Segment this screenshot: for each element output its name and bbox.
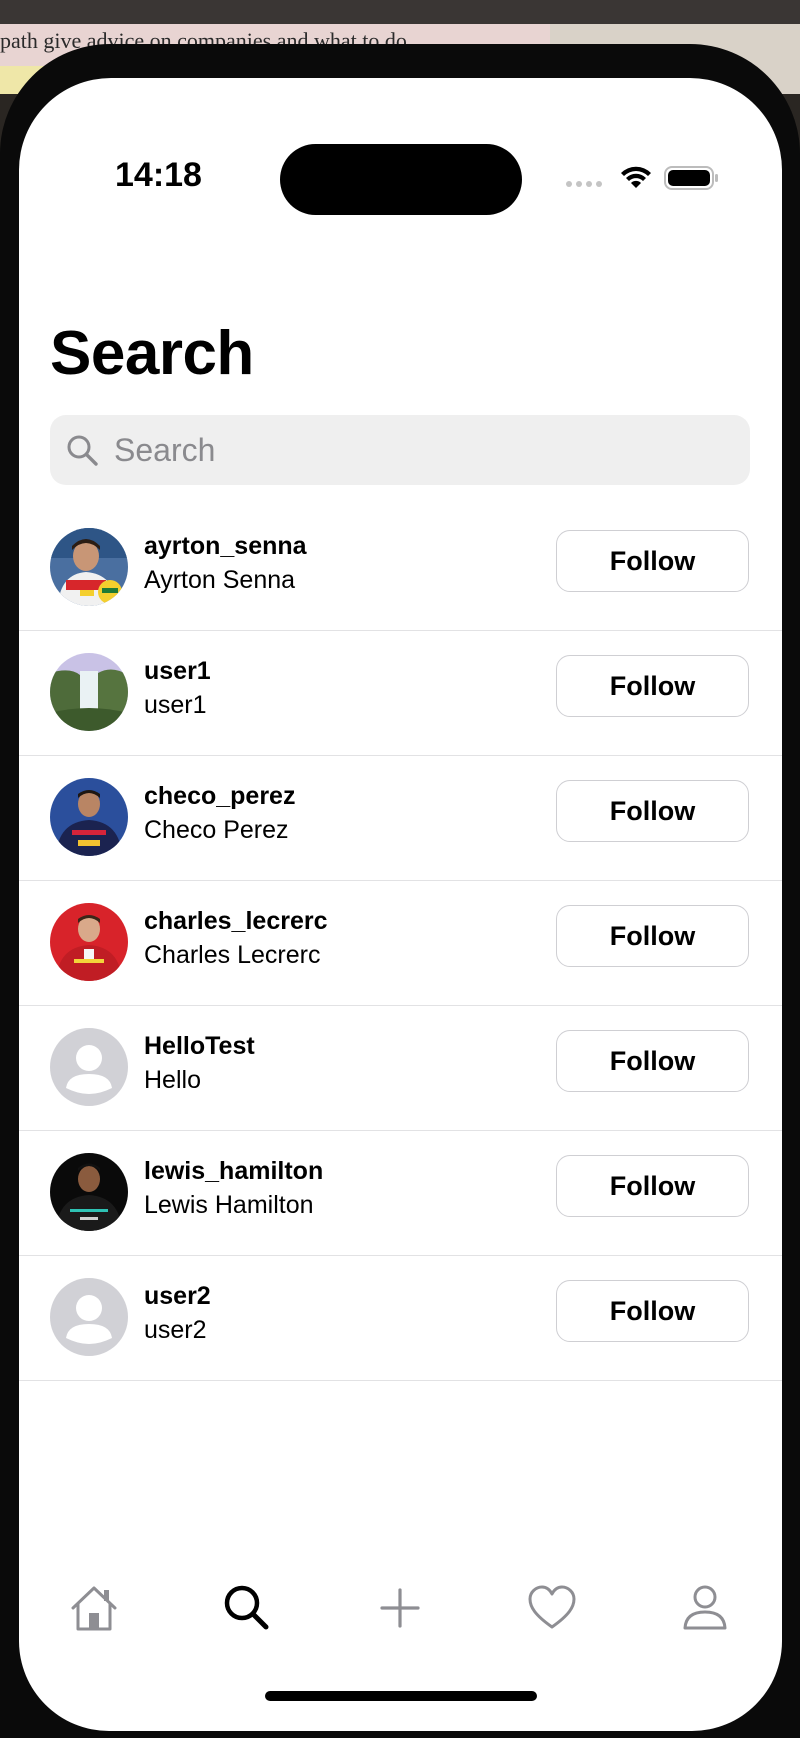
username: lewis_hamilton	[144, 1157, 324, 1185]
page-title: Search	[50, 319, 254, 388]
tab-search[interactable]	[217, 1578, 277, 1638]
user-row[interactable]: ayrton_senna Ayrton Senna Follow	[19, 506, 782, 631]
desktop-backdrop	[0, 0, 800, 24]
full-name: Lewis Hamilton	[144, 1191, 314, 1219]
username: charles_lecrerc	[144, 907, 328, 935]
avatar-photo-perez	[50, 778, 128, 856]
heart-icon	[528, 1585, 576, 1629]
user-row[interactable]: user1 user1 Follow	[19, 631, 782, 756]
user-list: ayrton_senna Ayrton Senna Follow user1 u…	[19, 506, 782, 1381]
dynamic-island	[280, 144, 522, 215]
cellular-signal-icon	[566, 181, 602, 187]
placeholder-person-icon	[50, 1278, 128, 1356]
search-bar[interactable]	[50, 415, 750, 485]
follow-button[interactable]: Follow	[556, 530, 749, 592]
username: user2	[144, 1282, 211, 1310]
follow-button[interactable]: Follow	[556, 1030, 749, 1092]
follow-button[interactable]: Follow	[556, 1155, 749, 1217]
avatar	[50, 653, 128, 731]
username: checo_perez	[144, 782, 296, 810]
home-icon	[71, 1586, 117, 1631]
tab-activity[interactable]	[522, 1578, 582, 1638]
profile-icon	[683, 1585, 727, 1630]
tab-profile[interactable]	[675, 1578, 735, 1638]
avatar	[50, 903, 128, 981]
avatar	[50, 528, 128, 606]
username: ayrton_senna	[144, 532, 307, 560]
full-name: Hello	[144, 1066, 201, 1094]
full-name: user1	[144, 691, 207, 719]
username: HelloTest	[144, 1032, 255, 1060]
follow-button[interactable]: Follow	[556, 780, 749, 842]
follow-button[interactable]: Follow	[556, 655, 749, 717]
avatar	[50, 1028, 128, 1106]
user-row[interactable]: checo_perez Checo Perez Follow	[19, 756, 782, 881]
tab-home[interactable]	[64, 1578, 124, 1638]
full-name: user2	[144, 1316, 207, 1344]
follow-button[interactable]: Follow	[556, 905, 749, 967]
tab-create[interactable]	[370, 1578, 430, 1638]
plus-icon	[380, 1588, 420, 1628]
user-row[interactable]: charles_lecrerc Charles Lecrerc Follow	[19, 881, 782, 1006]
avatar-photo-hamilton	[50, 1153, 128, 1231]
follow-button[interactable]: Follow	[556, 1280, 749, 1342]
full-name: Charles Lecrerc	[144, 941, 321, 969]
avatar	[50, 1278, 128, 1356]
user-row[interactable]: user2 user2 Follow	[19, 1256, 782, 1381]
avatar-photo-leclerc	[50, 903, 128, 981]
user-row[interactable]: HelloTest Hello Follow	[19, 1006, 782, 1131]
tab-bar	[19, 1578, 782, 1658]
status-time: 14:18	[115, 156, 202, 194]
avatar-photo-senna	[50, 528, 128, 606]
home-indicator[interactable]	[265, 1691, 537, 1701]
search-input[interactable]	[112, 430, 716, 470]
wifi-icon	[621, 166, 651, 188]
phone-screen: 14:18 Search Search ayrton_senna Ayrton …	[19, 78, 782, 1731]
avatar	[50, 778, 128, 856]
phone-frame: 14:18 Search Search ayrton_senna Ayrton …	[0, 44, 800, 1738]
user-row[interactable]: lewis_hamilton Lewis Hamilton Follow	[19, 1131, 782, 1256]
search-icon	[67, 435, 98, 466]
avatar	[50, 1153, 128, 1231]
search-icon	[224, 1585, 269, 1630]
avatar-photo-waterfall	[50, 653, 128, 731]
full-name: Checo Perez	[144, 816, 289, 844]
battery-icon	[664, 166, 718, 190]
full-name: Ayrton Senna	[144, 566, 296, 594]
placeholder-person-icon	[50, 1028, 128, 1106]
username: user1	[144, 657, 211, 685]
